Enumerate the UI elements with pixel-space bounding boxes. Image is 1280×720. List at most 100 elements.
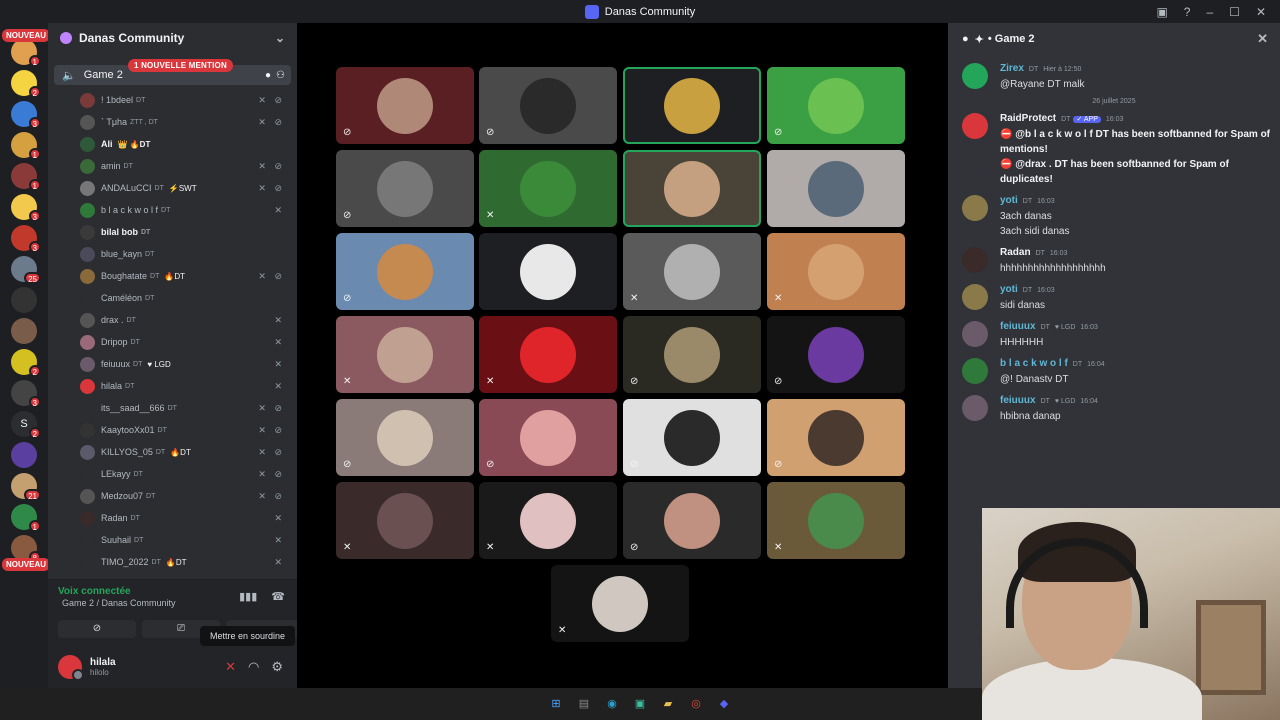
server-icon[interactable] <box>11 318 37 344</box>
voice-user[interactable]: Suuhail DT ✕ <box>48 529 297 551</box>
voice-user[interactable]: its__saad__666 DT ✕ ⊘ <box>48 397 297 419</box>
edge-icon[interactable]: ◉ <box>604 696 620 712</box>
participant-tile[interactable] <box>479 233 617 310</box>
participant-tile[interactable]: ✕ <box>479 482 617 559</box>
participant-tile[interactable]: ⊘ <box>623 399 761 476</box>
server-icon[interactable] <box>11 442 37 468</box>
participant-tile[interactable] <box>767 150 905 227</box>
voice-user[interactable]: Caméléon DT <box>48 287 297 309</box>
message-author[interactable]: feiuuux <box>1000 395 1036 406</box>
participant-tile[interactable]: ⊘ <box>623 482 761 559</box>
participant-tile[interactable]: ✕ <box>551 565 689 642</box>
participant-tile[interactable]: ✕ <box>623 233 761 310</box>
voice-user[interactable]: Boughatate DT 🔥DT ✕ ⊘ <box>48 265 297 287</box>
participant-tile[interactable]: ⊘ <box>336 150 474 227</box>
avatar[interactable] <box>962 247 988 273</box>
server-icon[interactable]: 1 <box>11 39 41 67</box>
participant-tile[interactable]: ⊘ <box>336 233 474 310</box>
message-author[interactable]: yoti <box>1000 195 1018 206</box>
participant-tile[interactable]: ⊘ <box>623 316 761 393</box>
maximize-icon[interactable]: ☐ <box>1229 5 1240 19</box>
message-author[interactable]: b l a c k w o l f <box>1000 358 1068 369</box>
voice-user[interactable]: ANDALuCCI DT ⚡SWT ✕ ⊘ <box>48 177 297 199</box>
server-icon[interactable]: 1 <box>11 163 41 191</box>
gear-icon[interactable]: ⚙ <box>271 659 283 675</box>
voice-user[interactable]: ` Tμha ZTT , DT ✕ ⊘ <box>48 111 297 133</box>
chat-message[interactable]: feiuuux DT ♥ LGD 16:04 hbibna danap <box>948 393 1280 424</box>
add-user-icon[interactable]: ⚇ <box>276 70 285 81</box>
avatar[interactable] <box>962 63 988 89</box>
participant-tile[interactable]: ✕ <box>479 316 617 393</box>
server-icon[interactable]: 3 <box>11 380 41 408</box>
participant-tile[interactable]: ⊘ <box>336 67 474 144</box>
participant-tile[interactable] <box>623 67 761 144</box>
participant-tile[interactable]: ⊘ <box>479 399 617 476</box>
server-icon[interactable]: 3 <box>11 225 41 253</box>
voice-user[interactable]: Dripop DT ✕ <box>48 331 297 353</box>
discord-icon[interactable]: ◆ <box>716 696 732 712</box>
close-window-icon[interactable]: ✕ <box>1256 5 1266 19</box>
server-icon[interactable]: 1 <box>11 504 41 532</box>
minimize-icon[interactable]: – <box>1206 5 1213 19</box>
participant-tile[interactable]: ⊘ <box>767 399 905 476</box>
message-author[interactable]: yoti <box>1000 284 1018 295</box>
chat-message[interactable]: feiuuux DT ♥ LGD 16:03 HHHHHH <box>948 319 1280 350</box>
voice-user[interactable]: Ali 👑 🔥DT <box>48 133 297 155</box>
chat-message[interactable]: b l a c k w o l f DT 16:04 @! Danastv DT <box>948 356 1280 387</box>
voice-user[interactable]: b l a c k w o l f DT ✕ <box>48 199 297 221</box>
close-icon[interactable]: ✕ <box>1257 31 1268 47</box>
avatar[interactable] <box>58 655 84 681</box>
avatar[interactable] <box>962 395 988 421</box>
message-author[interactable]: RaidProtect <box>1000 113 1056 124</box>
voice-user[interactable]: hilala DT ✕ <box>48 375 297 397</box>
new-mention-pill[interactable]: 1 NOUVELLE MENTION <box>128 59 233 72</box>
voice-user[interactable]: LEkayy DT ✕ ⊘ <box>48 463 297 485</box>
participant-tile[interactable]: ✕ <box>479 150 617 227</box>
chrome-icon[interactable]: ◎ <box>688 696 704 712</box>
chat-message[interactable]: yoti DT 16:03 sidi danas <box>948 282 1280 313</box>
voice-user[interactable]: Radan DT ✕ <box>48 507 297 529</box>
avatar[interactable] <box>962 195 988 221</box>
participant-tile[interactable]: ⊘ <box>479 67 617 144</box>
chevron-down-icon[interactable]: ⌄ <box>275 31 285 45</box>
voice-user[interactable]: Medzou07 DT ✕ ⊘ <box>48 485 297 507</box>
disconnect-icon[interactable]: ☎ <box>271 590 285 603</box>
server-icon[interactable]: 3 <box>11 101 41 129</box>
chat-message[interactable]: yoti DT 16:03 3ach danas 3ach sidi danas <box>948 193 1280 239</box>
chat-message[interactable]: Zirex DT Hier à 12:50 @Rayane DT malk <box>948 61 1280 92</box>
help-icon[interactable]: ? <box>1184 5 1191 19</box>
avatar[interactable] <box>962 321 988 347</box>
participant-tile[interactable]: ✕ <box>336 316 474 393</box>
voice-user[interactable]: KILLYOS_05 DT 🔥DT ✕ ⊘ <box>48 441 297 463</box>
voice-channel-game2[interactable]: 🔈 Game 2 1 NOUVELLE MENTION ● ⚇ <box>54 59 291 85</box>
participant-tile[interactable]: ✕ <box>767 233 905 310</box>
voice-user[interactable]: feiuuux DT ♥ LGD ✕ <box>48 353 297 375</box>
signal-icon[interactable]: ▮▮▮ <box>239 590 257 603</box>
server-icon[interactable]: 2 <box>11 70 41 98</box>
new-badge-bottom[interactable]: NOUVEAU <box>2 558 48 571</box>
participant-tile[interactable]: ⊘ <box>336 399 474 476</box>
windows-start-icon[interactable]: ⊞ <box>548 696 564 712</box>
screen-icon[interactable]: ▣ <box>1156 5 1167 19</box>
voice-user[interactable]: bilal bob DT <box>48 221 297 243</box>
mic-muted-icon[interactable]: ✕ <box>225 659 236 675</box>
server-icon[interactable]: 25 <box>11 256 41 284</box>
voice-user[interactable]: ! 1bdeel DT ✕ ⊘ <box>48 89 297 111</box>
headphones-icon[interactable]: ◠ <box>248 659 259 675</box>
avatar[interactable] <box>962 358 988 384</box>
file-icon[interactable]: ▤ <box>576 696 592 712</box>
server-icon[interactable]: 2 <box>11 349 41 377</box>
message-author[interactable]: Zirex <box>1000 63 1024 74</box>
avatar[interactable] <box>962 113 988 139</box>
server-header[interactable]: Danas Community ⌄ <box>48 23 297 53</box>
server-icon[interactable]: 3 <box>11 194 41 222</box>
voice-user[interactable]: TIMO_2022 DT 🔥DT ✕ <box>48 551 297 573</box>
voice-user[interactable]: blue_kayn DT <box>48 243 297 265</box>
participant-tile[interactable]: ✕ <box>336 482 474 559</box>
chat-message[interactable]: Radan DT 16:03 hhhhhhhhhhhhhhhhhhh <box>948 245 1280 276</box>
server-icon[interactable]: 1 <box>11 132 41 160</box>
participant-tile[interactable] <box>623 150 761 227</box>
message-author[interactable]: feiuuux <box>1000 321 1036 332</box>
new-badge-top[interactable]: NOUVEAU <box>2 29 48 42</box>
chat-bubble-icon[interactable]: ● <box>265 70 271 81</box>
